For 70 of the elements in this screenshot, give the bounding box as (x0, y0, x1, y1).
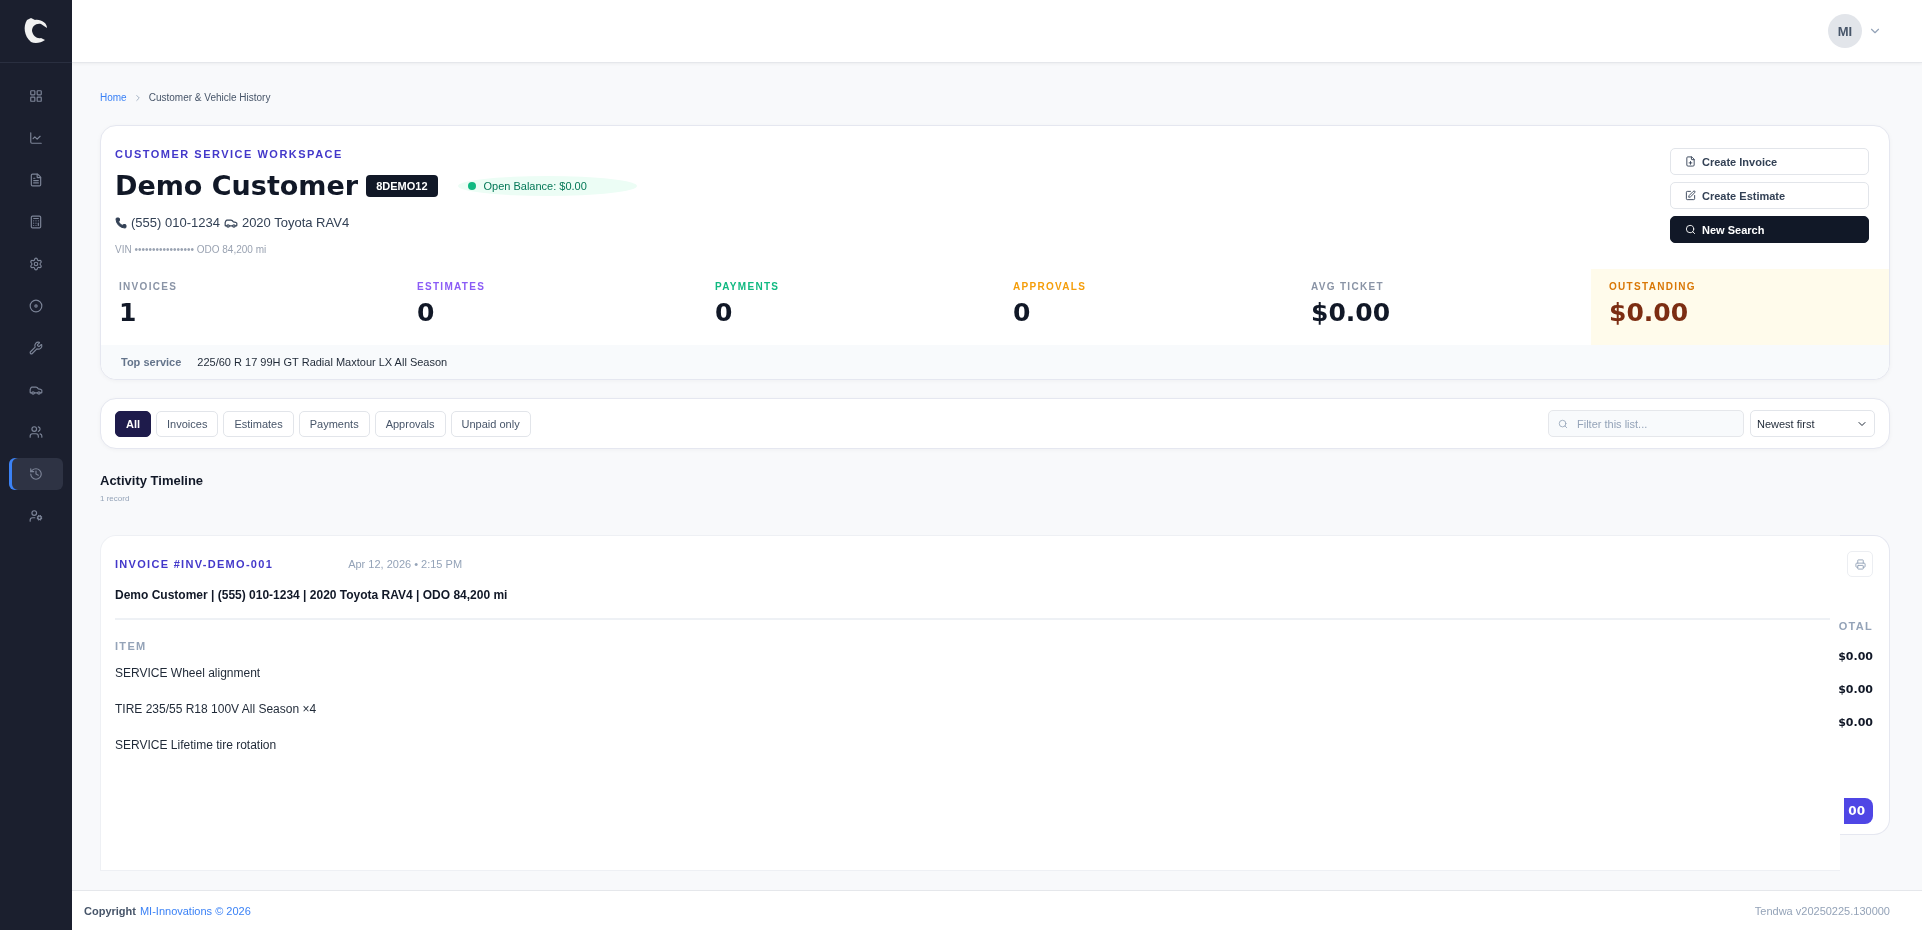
line-item-total: $0.00 (1838, 650, 1873, 663)
action-button[interactable]: New Search (1670, 216, 1869, 243)
action-button[interactable]: Create Estimate (1670, 182, 1869, 209)
record-count: 1 record (100, 494, 131, 503)
sidebar-item[interactable] (9, 458, 63, 490)
stat-value: 0 (1013, 298, 1032, 327)
stat-value: $0.00 (1311, 298, 1392, 327)
filter-tab[interactable]: Invoices (156, 410, 219, 437)
action-button[interactable]: Create Invoice (1670, 148, 1869, 175)
line-item-name: SERVICE Wheel alignment (115, 666, 262, 681)
stat-value: 1 (119, 298, 138, 327)
settings-icon (29, 257, 43, 271)
car-icon (29, 383, 43, 397)
open-balance-badge: Open Balance: $0.00 (457, 175, 637, 196)
filter-tab[interactable]: Unpaid only (450, 410, 531, 437)
edit-icon (1685, 190, 1696, 201)
print-button[interactable] (1847, 551, 1873, 577)
stat-label: OUTSTANDING (1609, 281, 1697, 292)
line-item-total: $0.00 (1838, 683, 1873, 696)
document-icon (1685, 156, 1696, 167)
line-chart-icon (29, 131, 43, 145)
section-title: Activity Timeline (100, 473, 205, 488)
stat-label: APPROVALS (1013, 281, 1088, 292)
vehicle-name: 2020 Toyota RAV4 (241, 215, 350, 230)
phone-icon (115, 216, 127, 229)
users-icon (29, 425, 43, 439)
history-icon (29, 467, 43, 481)
version-text: Tendwa v20250225.130000 (1754, 904, 1890, 917)
breadcrumb-current: Customer & Vehicle History (148, 92, 271, 103)
stat-value: 0 (715, 298, 734, 327)
wrench-icon (29, 341, 43, 355)
copyright-label: Copyright (84, 904, 136, 917)
stat-label: INVOICES (119, 281, 179, 292)
breadcrumb-link[interactable]: Home (100, 92, 127, 103)
stat-value: 0 (417, 298, 436, 327)
line-item-total: $0.00 (1838, 716, 1873, 729)
customer-name: Demo Customer (115, 170, 359, 201)
calculator-icon (29, 215, 43, 229)
filter-search-field[interactable]: Filter this list... (1548, 410, 1744, 437)
grid-icon (29, 89, 43, 103)
stat-value: $0.00 (1609, 298, 1690, 327)
top-service-value: 225/60 R 17 99H GT Radial Maxtour LX All Season (197, 356, 448, 368)
phone-number: (555) 010-1234 (131, 215, 220, 230)
line-item-name: SERVICE Lifetime tire rotation (115, 738, 278, 753)
stat-label: ESTIMATES (417, 281, 487, 292)
search-icon (1685, 224, 1696, 235)
column-header: OTAL (1838, 620, 1873, 632)
line-item-name: TIRE 235/55 R18 100V All Season ×4 (115, 702, 318, 717)
customer-code-badge: 8DEMO12 (366, 174, 438, 197)
vin-odometer: VIN ••••••••••••••••• ODO 84,200 mi (115, 244, 268, 255)
disc-icon (29, 299, 43, 313)
total-button[interactable]: 00 (1844, 798, 1873, 824)
filter-tab[interactable]: Estimates (223, 410, 294, 437)
company-link[interactable]: MI-Innovations © 2026 (139, 904, 251, 917)
user-gear-icon (29, 509, 43, 523)
filter-tab[interactable]: Payments (298, 410, 370, 437)
column-header: ITEM (115, 640, 148, 652)
filter-tab[interactable]: Approvals (374, 410, 446, 437)
workspace-label: CUSTOMER SERVICE WORKSPACE (115, 148, 344, 160)
sort-dropdown[interactable]: Newest first (1750, 410, 1875, 437)
invoice-number: INVOICE #INV-DEMO-001 (115, 558, 274, 570)
top-service-label: Top service (121, 356, 182, 368)
invoice-summary: Demo Customer | (555) 010-1234 | 2020 Toyota RAV4 | ODO 84,200 mi (115, 588, 1830, 620)
invoice-date: Apr 12, 2026 • 2:15 PM (348, 558, 463, 570)
stat-label: PAYMENTS (715, 281, 781, 292)
printer-icon (1854, 558, 1866, 570)
stat-label: AVG TICKET (1311, 281, 1385, 292)
user-avatar[interactable]: MI (1828, 14, 1862, 48)
filter-tab[interactable]: All (115, 410, 152, 437)
document-icon (29, 173, 43, 187)
